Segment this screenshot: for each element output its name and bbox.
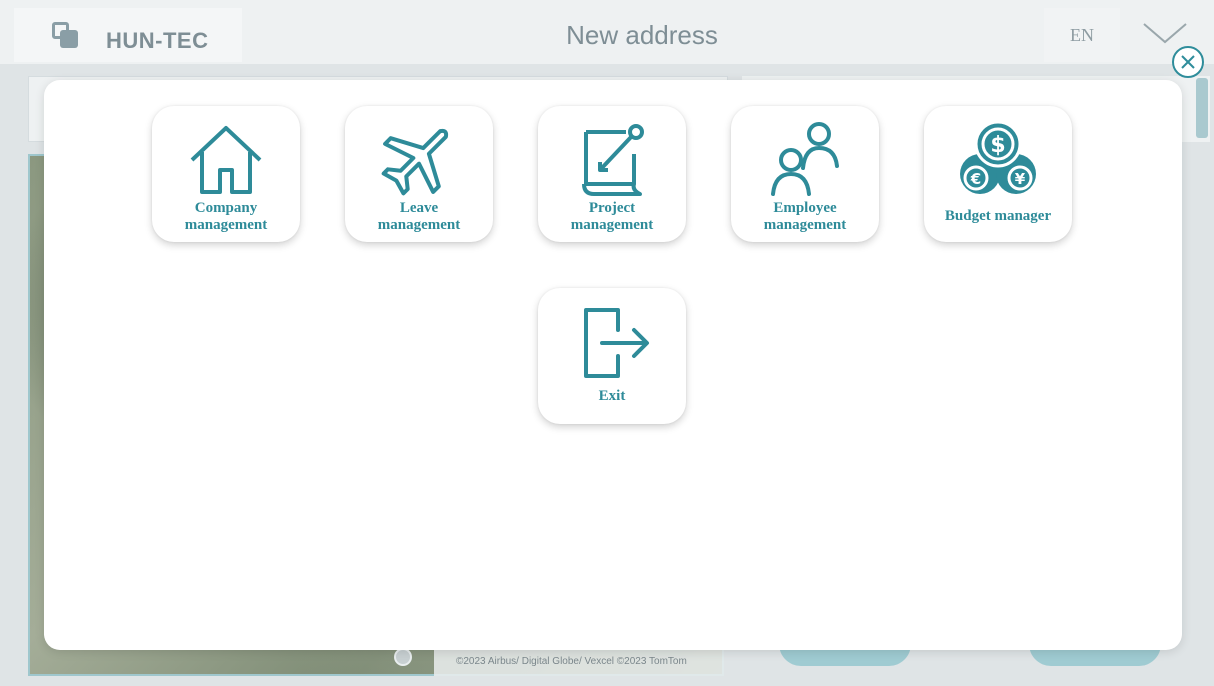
exit-tile[interactable]: Exit xyxy=(538,288,686,424)
compass-icon[interactable] xyxy=(394,648,412,666)
tile-label: Company management xyxy=(184,200,268,233)
close-icon xyxy=(1181,55,1195,69)
tile-label: Leave management xyxy=(377,200,461,233)
exit-door-icon xyxy=(584,308,649,378)
document-pencil-icon xyxy=(582,124,644,196)
brand-name: HUN-TEC xyxy=(106,28,209,53)
budget-manager-tile[interactable]: $ € ¥ Budget manager xyxy=(924,106,1072,242)
brand-logo[interactable]: HUN-TEC xyxy=(14,8,242,62)
tile-label: Budget manager xyxy=(944,208,1052,224)
airplane-icon xyxy=(381,128,449,196)
close-menu-button[interactable] xyxy=(1172,46,1204,78)
top-bar: HUN-TEC New address EN xyxy=(0,0,1214,64)
page-title: New address xyxy=(242,8,1042,62)
scrollbar-thumb[interactable] xyxy=(1196,78,1208,138)
tile-label: Exit xyxy=(598,388,626,404)
language-selector[interactable]: EN xyxy=(1044,8,1120,62)
tile-label: Employee management xyxy=(763,200,847,233)
svg-text:¥: ¥ xyxy=(1015,170,1026,188)
map-credit: ©2023 Airbus/ Digital Globe/ Vexcel ©202… xyxy=(434,646,724,676)
currency-coins-icon: $ € ¥ xyxy=(960,120,1036,194)
tile-label: Project management xyxy=(570,200,654,233)
leave-management-tile[interactable]: Leave management xyxy=(345,106,493,242)
svg-text:$: $ xyxy=(990,133,1005,158)
company-management-tile[interactable]: Company management xyxy=(152,106,300,242)
svg-text:€: € xyxy=(970,170,981,188)
project-management-tile[interactable]: Project management xyxy=(538,106,686,242)
people-icon xyxy=(771,122,839,196)
house-icon xyxy=(190,126,262,194)
employee-management-tile[interactable]: Employee management xyxy=(731,106,879,242)
logo-mark-icon xyxy=(52,22,78,48)
